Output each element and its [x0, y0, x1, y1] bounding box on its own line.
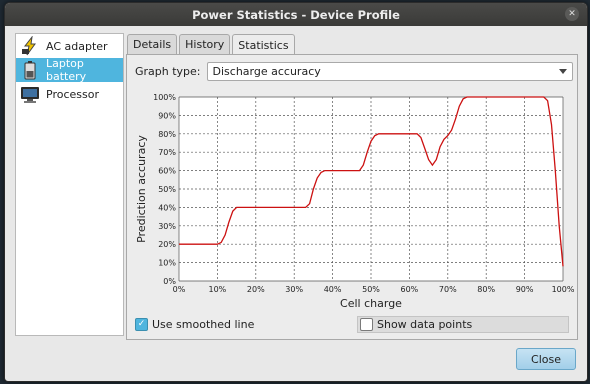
battery-icon — [20, 60, 40, 80]
x-tick-label: 0% — [173, 285, 186, 294]
accuracy-chart: 0%0% 10% 10% 20% 20% 30% 30% 40% 40% 50% 50% 60% 60%… — [135, 93, 575, 310]
window-close-icon[interactable]: ✕ — [565, 7, 579, 21]
x-tick-label: 10% — [209, 285, 227, 294]
y-tick-label: 50% — [158, 185, 176, 194]
titlebar: Power Statistics - Device Profile ✕ — [5, 3, 587, 26]
device-item-laptop-battery[interactable]: Laptop battery — [16, 57, 123, 83]
y-tick-label: 30% — [158, 222, 176, 231]
x-tick-label: 20% — [247, 285, 265, 294]
graph-type-select[interactable]: Discharge accuracy — [206, 62, 573, 81]
close-button[interactable]: Close — [516, 348, 576, 370]
x-tick-label: 50% — [362, 285, 380, 294]
graph-type-row: Graph type: Discharge accuracy — [135, 62, 573, 81]
device-list: AC adapter Laptop battery Processor — [15, 33, 124, 336]
tab-details[interactable]: Details — [127, 34, 178, 54]
y-tick-label: 10% — [158, 259, 176, 268]
smoothed-line-option[interactable]: ✓ Use smoothed line — [135, 316, 254, 333]
x-tick-label: 100% — [552, 285, 575, 294]
x-axis-label: Cell charge — [340, 297, 402, 310]
data-points-checkbox[interactable] — [360, 318, 373, 331]
window-title: Power Statistics - Device Profile — [192, 7, 400, 22]
x-tick-label: 70% — [439, 285, 457, 294]
x-tick-label: 80% — [477, 285, 495, 294]
tab-statistics[interactable]: Statistics — [232, 34, 295, 55]
processor-icon — [20, 84, 40, 104]
device-label: Laptop battery — [46, 57, 87, 83]
data-points-label: Show data points — [377, 318, 473, 331]
tab-history[interactable]: History — [179, 34, 231, 54]
tab-bar: Details History Statistics — [127, 34, 295, 55]
graph-type-label: Graph type: — [135, 65, 201, 78]
dialog-window: Power Statistics - Device Profile ✕ AC a… — [4, 2, 588, 382]
device-label: AC adapter — [46, 39, 108, 53]
graph-type-value: Discharge accuracy — [212, 65, 321, 78]
y-tick-label: 40% — [158, 203, 176, 212]
device-item-processor[interactable]: Processor — [16, 82, 123, 106]
ac-adapter-icon — [20, 36, 40, 56]
y-tick-label: 70% — [158, 148, 176, 157]
x-tick-label: 30% — [285, 285, 303, 294]
options-row: ✓ Use smoothed line Show data points — [135, 316, 569, 333]
y-axis-label: Prediction accuracy — [135, 135, 148, 243]
x-tick-label: 40% — [324, 285, 342, 294]
smoothed-line-label: Use smoothed line — [152, 318, 255, 331]
y-tick-label: 0% — [163, 277, 176, 286]
smoothed-line-checkbox[interactable]: ✓ — [135, 318, 148, 331]
chevron-down-icon — [558, 69, 567, 74]
device-label: Processor — [46, 87, 99, 101]
device-item-ac-adapter[interactable]: AC adapter — [16, 34, 123, 58]
y-tick-label: 20% — [158, 240, 176, 249]
y-tick-label: 60% — [158, 167, 176, 176]
y-tick-label: 80% — [158, 130, 176, 139]
statistics-panel: Graph type: Discharge accuracy 0% 0% 10% 10… — [126, 54, 578, 340]
y-tick-label: 100% — [153, 93, 176, 102]
x-tick-label: 60% — [401, 285, 419, 294]
x-tick-label: 90% — [516, 285, 534, 294]
data-points-option[interactable]: Show data points — [357, 316, 569, 333]
y-tick-label: 90% — [158, 111, 176, 120]
